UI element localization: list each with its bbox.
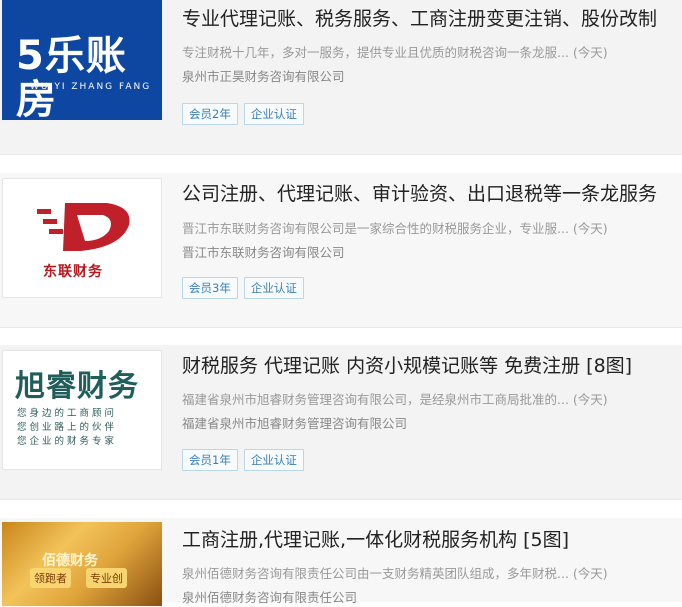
company-logo[interactable]: 佰德财务 领跑者 专业创 — [2, 522, 162, 606]
listing-description: 晋江市东联财务咨询有限公司是一家综合性的财税服务企业，专业服... (今天) — [182, 221, 608, 236]
logo-text: 佰德财务 — [42, 553, 98, 569]
certified-badge: 企业认证 — [243, 277, 304, 299]
company-name[interactable]: 晋江市东联财务咨询有限公司 — [182, 244, 662, 262]
badge-group: 会员1年 企业认证 — [182, 449, 304, 471]
listing-item[interactable]: 佰德财务 领跑者 专业创 工商注册,代理记账,一体化财税服务机构 [5图] 泉州… — [0, 518, 682, 606]
logo-text: 东联财务 — [43, 264, 103, 280]
certified-badge: 企业认证 — [243, 103, 304, 125]
listing-description: 泉州佰德财务咨询有限责任公司由一支财务精英团队组成，多年财税... (今天) — [182, 566, 608, 581]
membership-badge: 会员2年 — [182, 103, 238, 125]
listing-item[interactable]: 旭睿财务 您身边的工商顾问 您创业路上的伙伴 您企业的财务专家 财税服务 代理记… — [0, 345, 682, 500]
logo-text: 5乐账房 — [16, 33, 127, 120]
listing-description: 专注财税十几年，多对一服务，提供专业且优质的财税咨询一条龙服... (今天) — [182, 45, 608, 60]
company-name[interactable]: 福建省泉州市旭睿财务管理咨询有限公司 — [182, 415, 662, 433]
membership-badge: 会员3年 — [182, 277, 238, 299]
logo-text: 旭睿财务 — [15, 369, 139, 404]
listing-title[interactable]: 公司注册、代理记账、审计验资、出口退税等一条龙服务 — [182, 181, 682, 207]
listing-item[interactable]: 东联财务 公司注册、代理记账、审计验资、出口退税等一条龙服务 晋江市东联财务咨询… — [0, 173, 682, 328]
company-name[interactable]: 泉州市正昊财务咨询有限公司 — [182, 68, 662, 86]
certified-badge: 企业认证 — [243, 449, 304, 471]
company-name[interactable]: 泉州佰德财务咨询有限责任公司 — [182, 589, 662, 607]
badge-group: 会员2年 企业认证 — [182, 103, 304, 125]
listing-title[interactable]: 工商注册,代理记账,一体化财税服务机构 [5图] — [182, 527, 682, 553]
logo-tag: 领跑者 — [30, 568, 71, 588]
logo-slogan-line: 您创业路上的伙伴 — [17, 422, 118, 433]
listing-description: 福建省泉州市旭睿财务管理咨询有限公司，是经泉州市工商局批准的... (今天) — [182, 392, 608, 407]
company-logo[interactable]: 东联财务 — [2, 178, 162, 298]
logo-slogan-line: 您身边的工商顾问 — [17, 408, 118, 419]
badge-group: 会员3年 企业认证 — [182, 277, 304, 299]
logo-subtext: WU YI ZHANG FANG — [30, 82, 152, 92]
listing-item[interactable]: 5乐账房 WU YI ZHANG FANG 专业代理记账、税务服务、工商注册变更… — [0, 0, 682, 155]
company-logo[interactable]: 5乐账房 WU YI ZHANG FANG — [2, 0, 162, 120]
d-swoosh-logo-icon — [37, 203, 130, 251]
company-logo[interactable]: 旭睿财务 您身边的工商顾问 您创业路上的伙伴 您企业的财务专家 — [2, 350, 162, 470]
listing-title[interactable]: 专业代理记账、税务服务、工商注册变更注销、股份改制 — [182, 6, 682, 32]
membership-badge: 会员1年 — [182, 449, 238, 471]
logo-tag: 专业创 — [86, 568, 127, 588]
listing-title[interactable]: 财税服务 代理记账 内资小规模记账等 免费注册 [8图] — [182, 353, 682, 379]
logo-slogan-line: 您企业的财务专家 — [17, 436, 118, 447]
